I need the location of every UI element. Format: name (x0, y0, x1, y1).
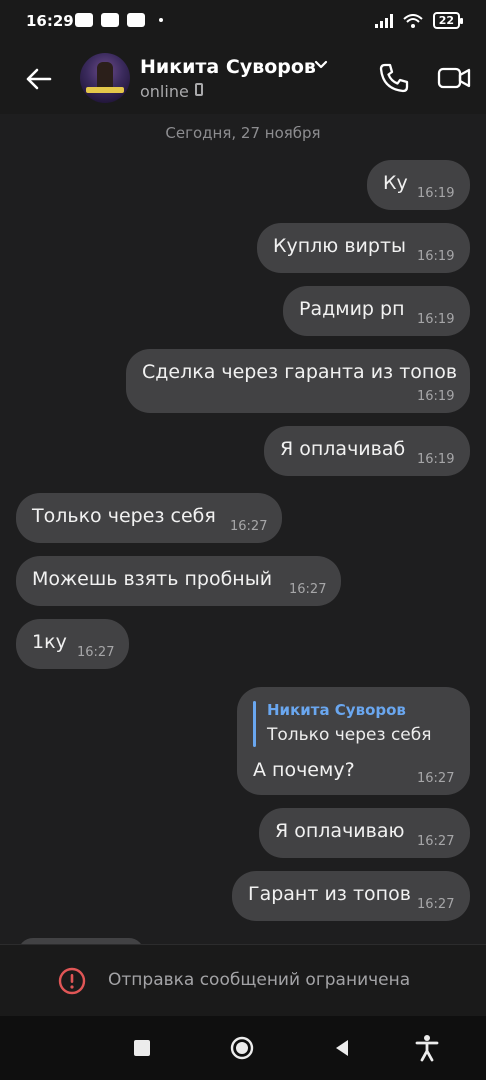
accessibility-icon[interactable] (414, 1034, 440, 1062)
message-time: 16:27 (417, 771, 455, 786)
system-nav-bar (0, 1016, 486, 1080)
message-time: 16:27 (230, 519, 268, 534)
back-arrow-icon[interactable] (22, 62, 56, 96)
mobile-device-icon (195, 83, 203, 96)
contact-name[interactable]: Никита Суворов (140, 56, 316, 78)
system-icons: 22 (374, 12, 464, 29)
vk-icon (127, 13, 145, 27)
signal-icon (374, 13, 393, 28)
reply-author[interactable]: Никита Суворов (267, 701, 406, 719)
notification-icons (75, 13, 163, 27)
message-bubble-outgoing[interactable]: Гарант из топов 16:27 (232, 871, 470, 921)
message-bubble-outgoing[interactable]: Куплю вирты 16:19 (257, 223, 470, 273)
message-text: Я оплачиваю (275, 820, 405, 842)
message-bubble-incoming[interactable]: Можешь взять пробный 16:27 (16, 556, 341, 606)
message-text: 1ку (32, 631, 67, 653)
youtube-icon (101, 13, 119, 27)
chevron-down-icon[interactable] (314, 60, 328, 70)
message-text: Сделка через гаранта из топов (142, 361, 458, 383)
message-bubble-outgoing[interactable]: Я оплачиваю 16:27 (259, 808, 470, 858)
phone-call-icon[interactable] (376, 60, 412, 96)
chat-screen: 16:29 22 Никита Суворов online Сегодня, … (0, 0, 486, 1080)
avatar[interactable] (80, 53, 130, 103)
message-text: Только через себя (32, 505, 216, 527)
message-text: Можешь взять пробный (32, 568, 273, 590)
message-time: 16:19 (417, 312, 455, 327)
message-bubble-outgoing[interactable]: Ку 16:19 (367, 160, 470, 210)
battery-icon: 22 (432, 12, 464, 29)
message-time: 16:19 (417, 249, 455, 264)
message-bubble-incoming[interactable]: 1ку 16:27 (16, 619, 129, 669)
message-text: Радмир рп (299, 298, 405, 320)
message-bubble-outgoing[interactable]: Радмир рп 16:19 (283, 286, 470, 336)
warning-icon (58, 967, 86, 995)
message-bubble-incoming[interactable]: Только через себя 16:27 (16, 493, 282, 543)
discord-icon (75, 13, 93, 27)
message-time: 16:19 (417, 186, 455, 201)
video-call-icon[interactable] (436, 60, 472, 96)
message-bubble-outgoing-reply[interactable]: Никита Суворов Только через себя А почем… (237, 687, 470, 795)
message-time: 16:27 (289, 582, 327, 597)
message-text: Ку (383, 172, 408, 194)
message-list[interactable]: Сегодня, 27 ноября Ку 16:19 Куплю вирты … (0, 114, 486, 968)
message-text: Гарант из топов (248, 883, 411, 905)
restriction-message: Отправка сообщений ограничена (108, 970, 411, 990)
status-bar: 16:29 22 (0, 0, 486, 44)
message-time: 16:19 (417, 452, 455, 467)
status-time: 16:29 (26, 12, 74, 30)
reply-quote-bar (253, 701, 256, 747)
more-notifications-icon (159, 18, 163, 22)
messaging-restricted-bar: Отправка сообщений ограничена (0, 944, 486, 1017)
message-time: 16:27 (417, 897, 455, 912)
wifi-icon (403, 13, 423, 28)
nav-back-button[interactable] (332, 1038, 352, 1058)
message-text: Я оплачиваб (280, 438, 406, 460)
message-time: 16:27 (417, 834, 455, 849)
recent-apps-button[interactable] (134, 1040, 150, 1056)
message-bubble-outgoing[interactable]: Я оплачиваб 16:19 (264, 426, 470, 476)
message-text: А почему? (253, 759, 355, 781)
contact-status: online (140, 82, 189, 101)
message-text: Куплю вирты (273, 235, 407, 257)
reply-quoted-text[interactable]: Только через себя (267, 725, 431, 745)
home-button[interactable] (230, 1036, 254, 1060)
message-bubble-outgoing[interactable]: Сделка через гаранта из топов 16:19 (126, 349, 470, 413)
chat-header: Никита Суворов online (0, 44, 486, 114)
message-time: 16:27 (77, 645, 115, 660)
date-separator: Сегодня, 27 ноября (165, 124, 321, 142)
message-time: 16:19 (417, 389, 455, 404)
